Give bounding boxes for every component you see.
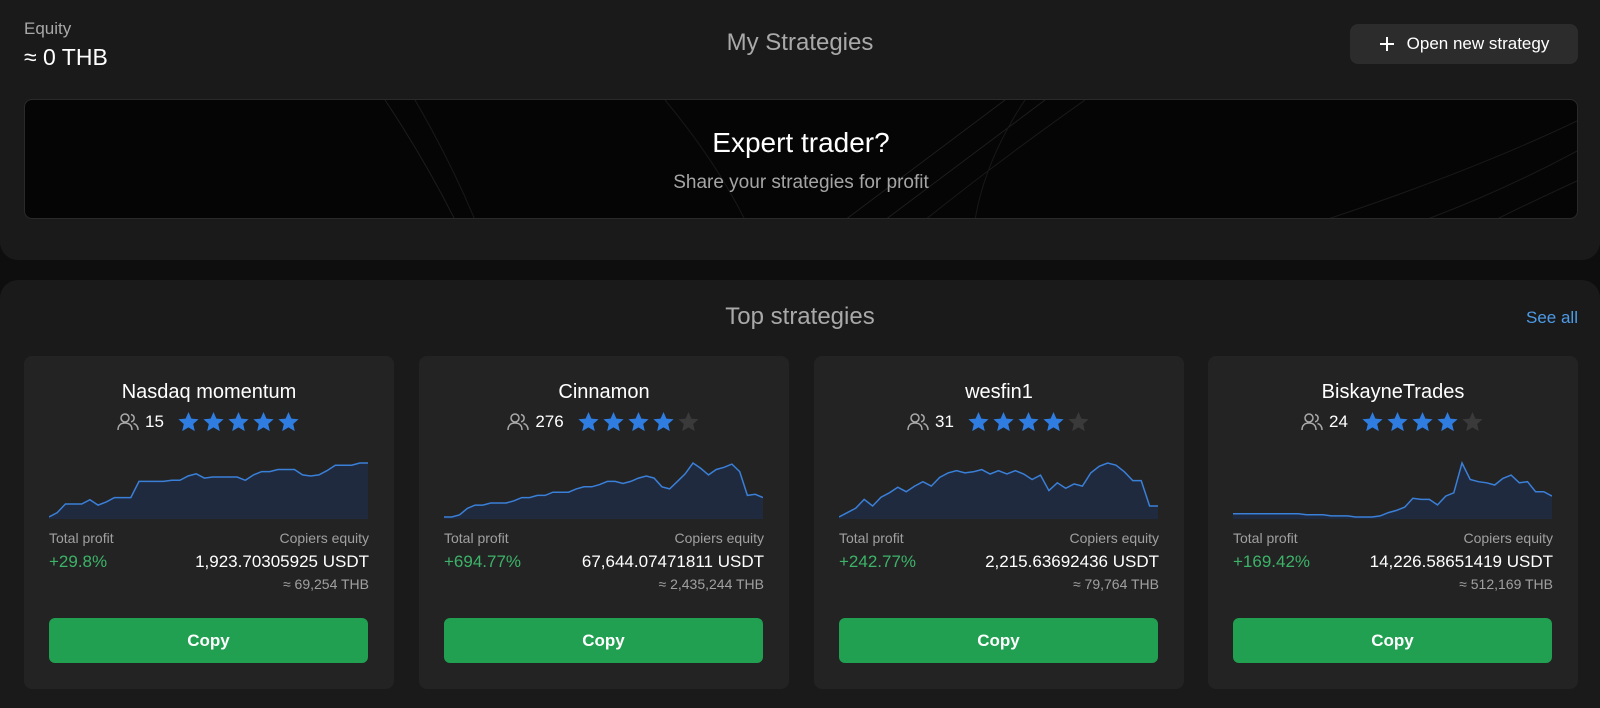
- copiers-equity-approx: ≈ 69,254 THB: [282, 576, 369, 592]
- star-filled-icon: [653, 411, 674, 431]
- see-all-link[interactable]: See all: [1526, 308, 1578, 328]
- star-rating: [576, 410, 701, 435]
- total-profit-label: Total profit: [839, 530, 904, 546]
- star-rating: [1360, 410, 1485, 435]
- star-rating: [176, 410, 301, 435]
- copy-button[interactable]: Copy: [49, 618, 368, 663]
- banner-title: Expert trader?: [712, 127, 890, 158]
- top-strategies-title: Top strategies: [725, 303, 875, 330]
- copiers-equity-value: 14,226.58651419 USDT: [1369, 552, 1553, 571]
- sparkline-area: [444, 463, 763, 519]
- strategy-name: wesfin1: [965, 381, 1033, 403]
- star-filled-icon: [993, 411, 1014, 431]
- copy-button[interactable]: Copy: [1233, 618, 1552, 663]
- copiers-equity-value: 2,215.63692436 USDT: [985, 552, 1159, 571]
- star-empty-icon: [1068, 411, 1089, 431]
- star-filled-icon: [278, 411, 299, 431]
- copiers-equity-label: Copiers equity: [674, 530, 765, 546]
- copiers-count: 276: [535, 412, 564, 431]
- strategy-meta: 15: [24, 409, 394, 435]
- star-filled-icon: [1412, 411, 1433, 431]
- sparkline-area: [49, 463, 368, 519]
- copiers-equity-value: 1,923.70305925 USDT: [195, 552, 369, 571]
- copiers-count: 15: [145, 412, 164, 431]
- star-filled-icon: [578, 411, 599, 431]
- strategy-card[interactable]: wesfin1 31 Total profit Copiers equity +…: [814, 356, 1184, 689]
- open-new-strategy-button[interactable]: Open new strategy: [1350, 24, 1578, 64]
- strategy-meta: 276: [419, 409, 789, 435]
- equity-sparkline: [49, 462, 368, 519]
- total-profit-value: +242.77%: [839, 552, 917, 571]
- sparkline-area: [1233, 463, 1552, 519]
- banner-background-lines: [384, 100, 1577, 218]
- users-icon: [907, 413, 929, 431]
- open-new-strategy-label: Open new strategy: [1406, 34, 1550, 53]
- star-filled-icon: [968, 411, 989, 431]
- star-empty-icon: [678, 411, 699, 431]
- copiers-count: 31: [935, 412, 954, 431]
- copiers-equity-label: Copiers equity: [1069, 530, 1160, 546]
- strategy-name: BiskayneTrades: [1321, 381, 1465, 403]
- star-filled-icon: [203, 411, 224, 431]
- star-filled-icon: [228, 411, 249, 431]
- total-profit-label: Total profit: [49, 530, 114, 546]
- total-profit-label: Total profit: [1233, 530, 1298, 546]
- star-filled-icon: [603, 411, 624, 431]
- copy-button[interactable]: Copy: [444, 618, 763, 663]
- star-filled-icon: [1362, 411, 1383, 431]
- star-filled-icon: [1043, 411, 1064, 431]
- total-profit-label: Total profit: [444, 530, 509, 546]
- equity-sparkline: [1233, 460, 1552, 519]
- strategy-card[interactable]: Cinnamon 276 Total profit Copiers equity…: [419, 356, 789, 689]
- star-filled-icon: [178, 411, 199, 431]
- star-filled-icon: [1018, 411, 1039, 431]
- strategy-name: Nasdaq momentum: [121, 381, 297, 403]
- copiers-equity-approx: ≈ 79,764 THB: [1072, 576, 1159, 592]
- total-profit-value: +29.8%: [49, 552, 108, 571]
- copiers-equity-label: Copiers equity: [1463, 530, 1554, 546]
- star-rating: [966, 410, 1091, 435]
- equity-sparkline: [839, 462, 1158, 519]
- strategy-meta: 24: [1208, 409, 1578, 435]
- copiers-equity-label: Copiers equity: [279, 530, 370, 546]
- banner-subtitle: Share your strategies for profit: [673, 172, 929, 193]
- star-filled-icon: [253, 411, 274, 431]
- total-profit-value: +169.42%: [1233, 552, 1311, 571]
- copiers-equity-value: 67,644.07471811 USDT: [581, 552, 764, 571]
- total-profit-value: +694.77%: [444, 552, 522, 571]
- strategy-meta: 31: [814, 409, 1184, 435]
- plus-icon: [1379, 36, 1395, 52]
- users-icon: [507, 413, 530, 431]
- copiers-count: 24: [1329, 412, 1348, 431]
- expert-trader-banner[interactable]: Expert trader? Share your strategies for…: [24, 99, 1578, 219]
- users-icon: [117, 413, 139, 431]
- strategy-card[interactable]: BiskayneTrades 24 Total profit Copiers e…: [1208, 356, 1578, 689]
- strategy-card[interactable]: Nasdaq momentum 15 Total profit Copiers …: [24, 356, 394, 689]
- copiers-equity-approx: ≈ 2,435,244 THB: [658, 576, 765, 592]
- copy-button[interactable]: Copy: [839, 618, 1158, 663]
- users-icon: [1301, 413, 1323, 431]
- star-empty-icon: [1462, 411, 1483, 431]
- strategy-name: Cinnamon: [558, 381, 650, 403]
- star-filled-icon: [1387, 411, 1408, 431]
- star-filled-icon: [628, 411, 649, 431]
- copiers-equity-approx: ≈ 512,169 THB: [1459, 576, 1553, 592]
- equity-sparkline: [444, 461, 763, 519]
- star-filled-icon: [1437, 411, 1458, 431]
